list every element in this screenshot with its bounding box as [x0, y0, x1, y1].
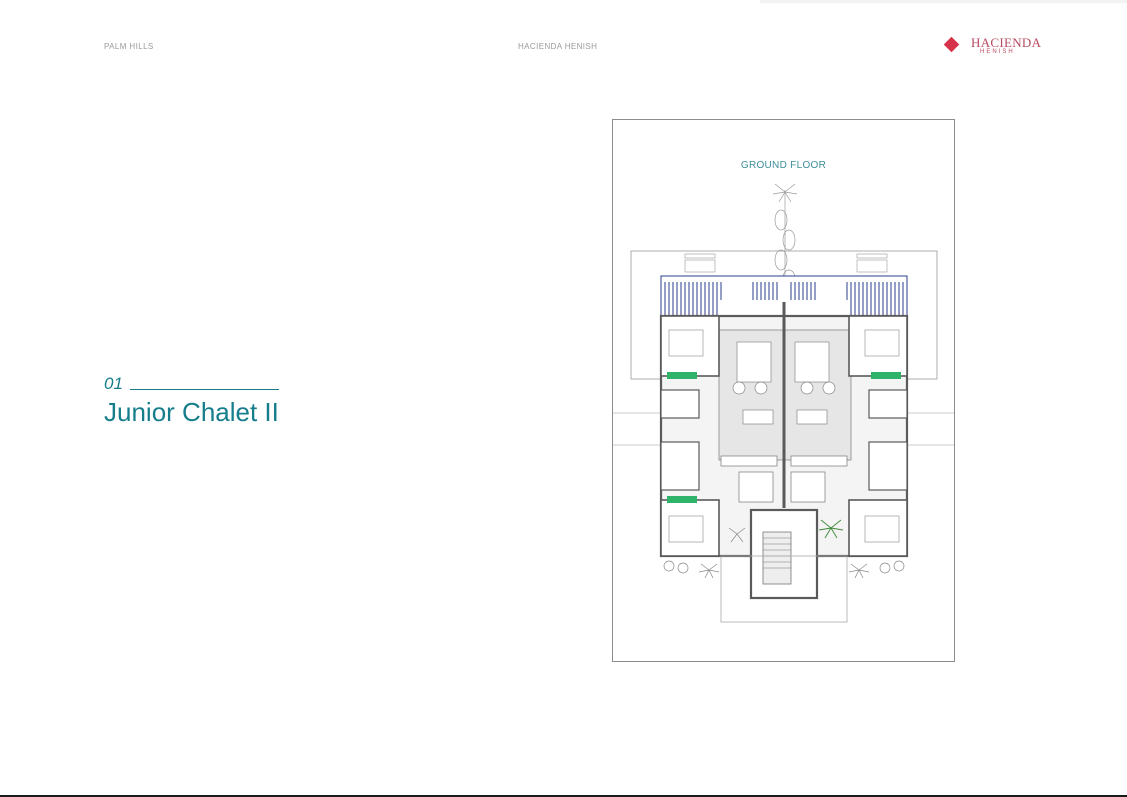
hacienda-logo: HACIENDA HENISH: [943, 34, 1041, 60]
section-underline: [130, 389, 279, 390]
floorplan-drawing: [613, 183, 954, 623]
header-center-text: HACIENDA HENISH: [518, 42, 598, 51]
top-edge-strip: [760, 0, 1127, 3]
logo-subtitle-text: HENISH: [980, 49, 1015, 55]
header-left-text: PALM HILLS: [104, 42, 154, 51]
diamond-logo-icon: [943, 36, 960, 53]
section-number: 01: [104, 374, 123, 393]
floorplan-frame: GROUND FLOOR: [612, 119, 955, 662]
section-title: Junior Chalet II: [104, 397, 279, 427]
